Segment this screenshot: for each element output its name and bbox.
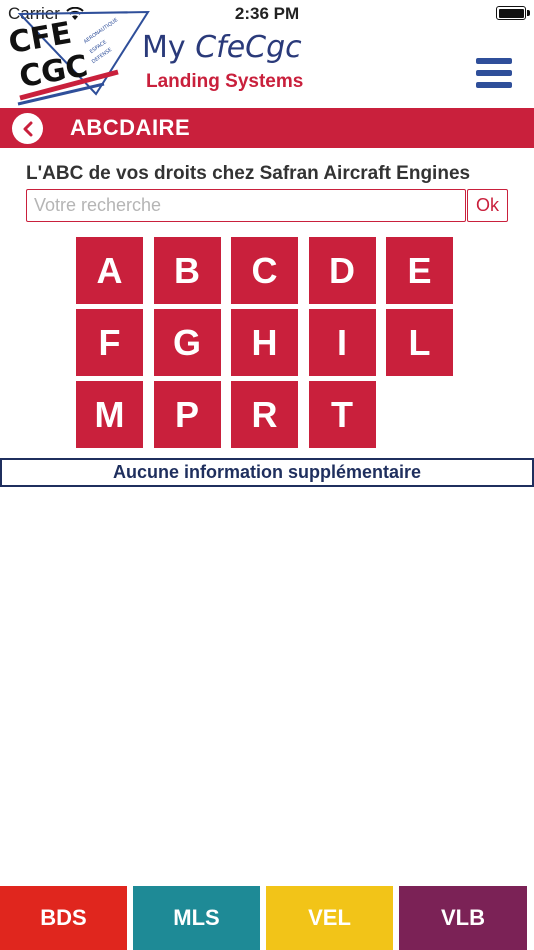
letter-button-a[interactable]: A [76, 237, 143, 304]
letter-button-i[interactable]: I [308, 309, 376, 376]
back-button[interactable] [12, 113, 43, 144]
tab-bds[interactable]: BDS [0, 886, 127, 950]
tab-mls[interactable]: MLS [133, 886, 260, 950]
section-subtitle: L'ABC de vos droits chez Safran Aircraft… [26, 163, 471, 184]
letter-button-l[interactable]: L [386, 309, 453, 376]
title-bar: ABCDAIRE [0, 108, 534, 148]
brand: My CfeCgc Landing Systems [142, 30, 303, 93]
brand-subtitle: Landing Systems [146, 71, 304, 92]
brand-title: My CfeCgc [142, 30, 303, 65]
letter-grid: A B C D E F G H I L M P R T [76, 237, 456, 448]
letter-button-g[interactable]: G [153, 309, 221, 376]
search-input[interactable] [26, 189, 466, 222]
letter-button-h[interactable]: H [231, 309, 298, 376]
letter-button-f[interactable]: F [76, 309, 143, 376]
ok-button[interactable]: Ok [467, 189, 508, 222]
letter-button-e[interactable]: E [386, 237, 453, 304]
tab-vlb[interactable]: VLB [399, 886, 527, 950]
app-header: CFE CGC AERONAUTIQUE ESPACE DEFENSE My C… [0, 0, 534, 106]
letter-button-t[interactable]: T [308, 381, 376, 448]
letter-button-m[interactable]: M [76, 381, 143, 448]
chevron-left-icon [23, 121, 32, 136]
search-row: Ok [26, 189, 508, 222]
brand-name: CfeCgc [195, 30, 302, 65]
cfe-cgc-logo: CFE CGC AERONAUTIQUE ESPACE DEFENSE [6, 10, 150, 106]
page-title: ABCDAIRE [70, 115, 191, 140]
letter-button-p[interactable]: P [153, 381, 221, 448]
brand-my: My [142, 30, 186, 65]
bottom-tabs: BDS MLS VEL VLB [0, 886, 534, 950]
letter-button-d[interactable]: D [308, 237, 376, 304]
hamburger-menu-icon[interactable] [476, 58, 512, 88]
letter-button-r[interactable]: R [231, 381, 298, 448]
info-message: Aucune information supplémentaire [0, 458, 534, 487]
tab-vel[interactable]: VEL [266, 886, 393, 950]
letter-button-c[interactable]: C [231, 237, 298, 304]
letter-button-b[interactable]: B [153, 237, 221, 304]
